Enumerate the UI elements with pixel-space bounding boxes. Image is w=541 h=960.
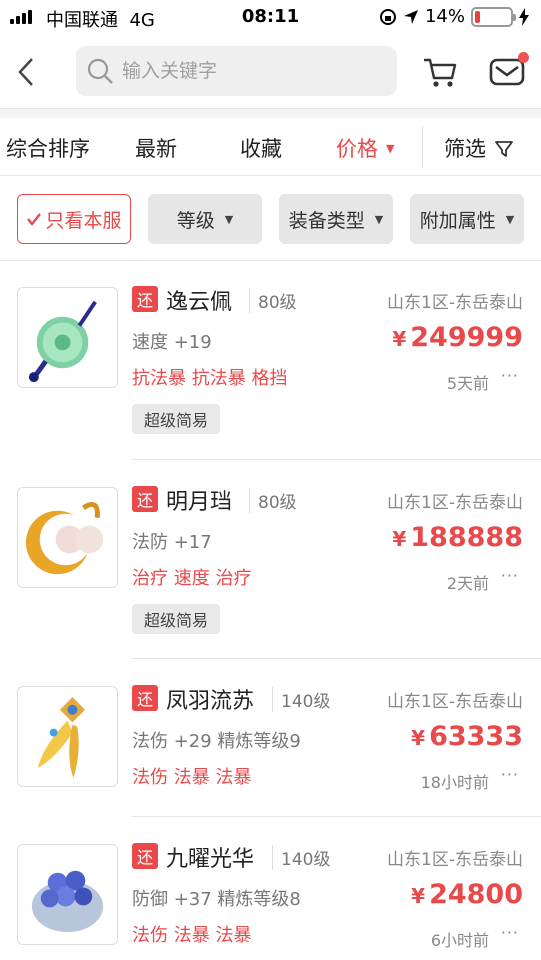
divider: [0, 108, 541, 118]
item-server: 山东1区-东岳泰山: [387, 692, 523, 712]
level-dropdown[interactable]: 等级 ▼: [148, 194, 262, 244]
list-item[interactable]: 还 九曜光华 140级 山东1区-东岳泰山 防御 +37 精炼等级8 ¥2480…: [0, 817, 541, 960]
item-attributes: 法伤 法暴 法暴: [132, 767, 252, 788]
tab-favorites[interactable]: 收藏: [240, 133, 282, 163]
back-button[interactable]: [12, 54, 40, 90]
tab-filter[interactable]: 筛选: [444, 133, 513, 163]
caret-down-icon: ▼: [386, 142, 395, 155]
more-icon[interactable]: ···: [501, 765, 519, 784]
notification-dot: [518, 52, 529, 63]
item-thumbnail: [17, 844, 118, 945]
checkmark-icon: [27, 213, 42, 226]
extra-attr-dropdown[interactable]: 附加属性 ▼: [410, 194, 524, 244]
item-name: 九曜光华: [166, 847, 255, 872]
item-thumbnail: [17, 287, 118, 388]
more-icon[interactable]: ···: [501, 366, 519, 385]
list-item[interactable]: 还 凤羽流苏 140级 山东1区-东岳泰山 法伤 +29 精炼等级9 ¥6333…: [0, 659, 541, 817]
tab-price[interactable]: 价格 ▼: [336, 133, 394, 163]
return-badge: 还: [132, 843, 158, 869]
top-nav: [0, 36, 541, 108]
item-price: ¥24800: [411, 879, 523, 910]
equip-type-dropdown[interactable]: 装备类型 ▼: [279, 194, 393, 244]
item-level: 80级: [249, 488, 297, 513]
item-attributes: 抗法暴 抗法暴 格挡: [132, 368, 288, 389]
search-input[interactable]: [122, 60, 372, 82]
tab-newest[interactable]: 最新: [135, 133, 177, 163]
item-level: 140级: [272, 845, 330, 870]
caret-down-icon: ▼: [374, 212, 384, 226]
item-name: 明月珰: [166, 490, 233, 515]
battery-icon: [471, 6, 516, 27]
item-stats: 防御 +37 精炼等级8: [132, 889, 301, 910]
item-attributes: 法伤 法暴 法暴: [132, 925, 252, 946]
item-price: ¥249999: [392, 322, 523, 353]
item-thumbnail: [17, 686, 118, 787]
item-name: 逸云佩: [166, 290, 233, 315]
chevron-left-icon: [18, 58, 33, 86]
item-thumbnail: [17, 487, 118, 588]
search-icon: [87, 58, 113, 84]
list-item[interactable]: 还 明月珰 80级 山东1区-东岳泰山 法防 +17 ¥188888 治疗 速度…: [0, 460, 541, 659]
server-only-toggle[interactable]: 只看本服: [17, 194, 131, 244]
filter-bar: 只看本服 等级 ▼ 装备类型 ▼ 附加属性 ▼: [0, 177, 541, 261]
more-icon[interactable]: ···: [501, 566, 519, 585]
return-badge: 还: [132, 486, 158, 512]
item-time: 18小时前: [420, 773, 489, 792]
item-stats: 法防 +17: [132, 532, 212, 553]
item-level: 140级: [272, 687, 330, 712]
tab-divider: [422, 126, 423, 168]
filter-icon: [494, 141, 513, 157]
item-stats: 法伤 +29 精炼等级9: [132, 731, 301, 752]
return-badge: 还: [132, 286, 158, 312]
location-icon: [403, 9, 418, 24]
item-time: 2天前: [446, 574, 489, 593]
item-attributes: 治疗 速度 治疗: [132, 568, 252, 589]
search-box[interactable]: [76, 46, 397, 96]
item-price: ¥188888: [392, 522, 523, 553]
rotation-lock-icon: [379, 8, 396, 25]
cart-icon[interactable]: [422, 54, 458, 90]
item-price: ¥63333: [411, 721, 523, 752]
charging-icon: [519, 7, 529, 26]
battery-percent: 14%: [424, 6, 465, 27]
item-time: 5天前: [446, 374, 489, 393]
item-name: 凤羽流苏: [166, 689, 255, 714]
list-item[interactable]: 还 逸云佩 80级 山东1区-东岳泰山 速度 +19 ¥249999 抗法暴 抗…: [0, 260, 541, 460]
item-tag: 超级简易: [132, 604, 221, 634]
return-badge: 还: [132, 685, 158, 711]
item-tag: 超级简易: [132, 404, 221, 434]
sort-bar: 综合排序 最新 收藏 价格 ▼ 筛选: [0, 118, 541, 176]
item-server: 山东1区-东岳泰山: [387, 850, 523, 870]
status-bar: 中国联通 4G 08:11 14%: [0, 0, 541, 36]
more-icon[interactable]: ···: [501, 923, 519, 942]
caret-down-icon: ▼: [505, 212, 515, 226]
caret-down-icon: ▼: [224, 212, 234, 226]
item-time: 6小时前: [430, 931, 489, 950]
item-server: 山东1区-东岳泰山: [387, 493, 523, 513]
tab-composite-sort[interactable]: 综合排序: [6, 133, 90, 163]
item-server: 山东1区-东岳泰山: [387, 293, 523, 313]
item-stats: 速度 +19: [132, 332, 212, 353]
item-level: 80级: [249, 288, 297, 313]
